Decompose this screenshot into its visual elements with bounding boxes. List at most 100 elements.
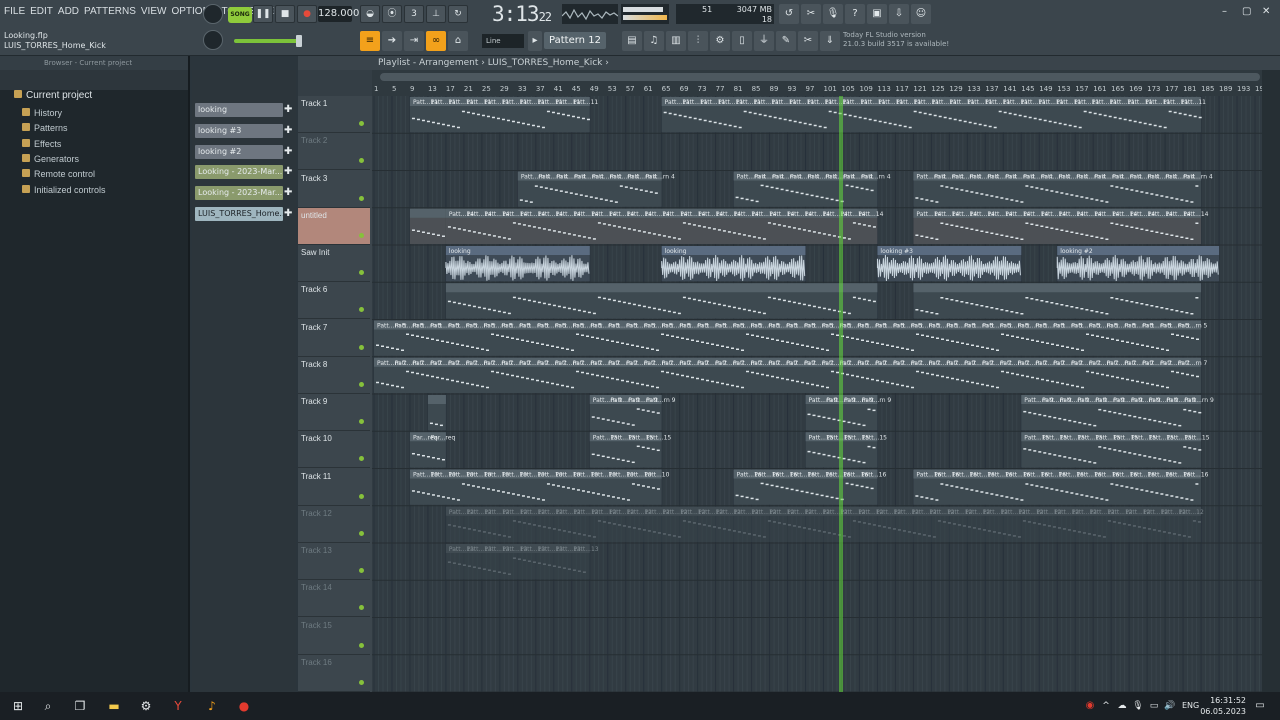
browser-item-effects[interactable]: Effects	[22, 138, 61, 149]
master-volume-handle[interactable]	[296, 35, 302, 47]
browser-item-history[interactable]: History	[22, 108, 62, 118]
wait-input-icon[interactable]: ⦿	[382, 5, 402, 23]
pattern-clip[interactable]	[445, 283, 878, 319]
menu-item-edit[interactable]: EDIT	[30, 6, 53, 17]
arrangement-grid[interactable]: Patt...11 Patt...11 Patt...11 Patt...11 Patt…	[372, 96, 1262, 692]
clip-header[interactable]	[409, 208, 446, 218]
track-mute-led[interactable]	[359, 307, 364, 313]
maximize-icon[interactable]: ▢	[1242, 6, 1251, 17]
playlist-icon[interactable]: ▤	[622, 31, 642, 51]
track-header[interactable]: Track 7	[298, 320, 370, 357]
stamp-icon[interactable]: ⌂	[448, 31, 468, 51]
browser-item-remote-control[interactable]: Remote control	[22, 169, 95, 179]
pattern-clip[interactable]: Patt...12Patt...12Patt...12Patt...12Patt…	[445, 506, 1204, 542]
track-header[interactable]: Track 6	[298, 282, 370, 320]
windows-start-icon[interactable]: ⊞	[10, 698, 26, 714]
tray-overflow-icon[interactable]: ^	[1098, 698, 1114, 714]
tempo-display[interactable]: 128.000	[318, 6, 359, 22]
picker-clip[interactable]: looking #3	[195, 123, 283, 138]
pattern-clip[interactable]: Patt...14Patt...14Patt...14Patt...14Patt…	[445, 208, 884, 244]
picker-clip[interactable]: Looking - 2023-Mar...	[195, 165, 283, 180]
system-clock[interactable]: 16:31:52 06.05.2023	[1200, 695, 1246, 717]
step-icon[interactable]: ⇥	[404, 31, 424, 51]
mic-icon[interactable]: 🎙	[823, 4, 843, 24]
chat-icon[interactable]: ☺	[911, 4, 931, 24]
pattern-clip[interactable]: Par...reqPar...req	[409, 432, 455, 468]
play-button[interactable]: ❚❚	[253, 5, 273, 23]
recorder-icon[interactable]: ●	[236, 698, 252, 714]
update-hint[interactable]: Today FL Studio version 21.0.3 build 351…	[843, 31, 949, 49]
track-header[interactable]: Track 14	[298, 580, 370, 618]
pattern-clip[interactable]: Patt...rn 9Patt...rn 9Patt...rn 9Patt...…	[1021, 395, 1214, 431]
picker-clip[interactable]: looking #2	[195, 144, 283, 159]
loop-record-icon[interactable]: ↻	[448, 5, 468, 23]
brush-icon[interactable]: ✎	[776, 31, 796, 51]
help-icon[interactable]: ?	[845, 4, 865, 24]
playlist-view-icon[interactable]: ≡	[360, 31, 380, 51]
tray-mic-icon[interactable]: 🎙	[1130, 698, 1146, 714]
track-header[interactable]: Track 9	[298, 394, 370, 431]
master-volume-knob[interactable]	[203, 30, 223, 50]
master-volume-slider[interactable]	[234, 39, 300, 43]
pattern-clip[interactable]: Patt...rn 4Patt...rn 4Patt...rn 4Patt...…	[733, 171, 891, 207]
playhead[interactable]	[839, 96, 844, 692]
pattern-clip[interactable]	[427, 395, 446, 431]
browser-root-current-project[interactable]: Current project	[14, 90, 92, 101]
track-header[interactable]: Track 3	[298, 171, 370, 208]
arrangement-name[interactable]: LUIS_TORRES_Home_Kick	[488, 58, 603, 68]
vertical-scrollbar[interactable]	[1262, 70, 1280, 692]
channel-rack-icon[interactable]: ▥	[666, 31, 686, 51]
track-header[interactable]: Track 11	[298, 469, 370, 506]
track-header[interactable]: Track 10	[298, 431, 370, 469]
download-icon[interactable]: ⇓	[820, 31, 840, 51]
arrow-icon[interactable]: ➔	[382, 31, 402, 51]
pattern-clip[interactable]: Patt...rn 4Patt...rn 4Patt...rn 4Patt...…	[517, 171, 675, 207]
timeline-ruler[interactable]: 1 5 9 13 17 21 25 29 33 37 41 45 49 53 57 61 65 69 73 77 81 8…	[372, 70, 1262, 96]
track-mute-led[interactable]	[359, 642, 364, 648]
song-mode-toggle[interactable]: SONG	[228, 7, 252, 23]
track-header[interactable]: Track 1	[298, 96, 370, 133]
track-header[interactable]: Saw Init	[298, 245, 370, 282]
track-mute-led[interactable]	[359, 568, 364, 573]
pattern-clip[interactable]: Patt...rn 7Patt...rn 7Patt...rn 7Patt...…	[374, 357, 1208, 393]
pattern-prev-icon[interactable]: ▸	[528, 31, 542, 51]
track-mute-led[interactable]	[359, 121, 364, 126]
pattern-clip[interactable]: Patt...rn 5Patt...rn 5Patt...rn 5Patt...…	[374, 320, 1208, 356]
track-mute-led[interactable]	[359, 232, 364, 238]
clip-header[interactable]	[913, 283, 1202, 293]
track-header[interactable]: Track 8	[298, 357, 370, 394]
tray-record-icon[interactable]: ◉	[1082, 698, 1098, 714]
stop-button[interactable]: ■	[275, 5, 295, 23]
audio-clip[interactable]: looking	[445, 246, 590, 282]
add-clip-icon[interactable]: ✚	[284, 165, 294, 179]
pattern-clip[interactable]: Patt...11Patt...11Patt...11Patt...11Patt…	[661, 97, 1206, 133]
pattern-clip[interactable]: Patt...14Patt...14Patt...14Patt...14Patt…	[913, 208, 1209, 244]
arrangement-canvas[interactable]: Patt...11Patt...11Patt...11Patt...11Patt…	[372, 96, 1262, 692]
track-header[interactable]: Track 12	[298, 506, 370, 543]
metronome-icon[interactable]: ◒	[360, 5, 380, 23]
track-mute-led[interactable]	[359, 605, 364, 611]
search-icon[interactable]: ⌕	[40, 698, 56, 714]
menu-item-view[interactable]: VIEW	[141, 6, 167, 17]
track-header[interactable]: Track 13	[298, 543, 370, 580]
track-mute-led[interactable]	[359, 270, 364, 275]
track-mute-led[interactable]	[359, 493, 364, 499]
track-mute-led[interactable]	[359, 158, 364, 164]
track-header[interactable]: Track 16	[298, 655, 370, 692]
track-header[interactable]: Track 2	[298, 133, 370, 171]
clip-header[interactable]	[427, 395, 446, 404]
link-icon[interactable]: ∞	[426, 31, 446, 51]
save-icon[interactable]: ▣	[867, 4, 887, 24]
fl-studio-icon[interactable]: ♪	[204, 698, 220, 714]
pattern-clip[interactable]: Patt...11Patt...11Patt...11Patt...11Patt…	[409, 97, 598, 133]
menu-item-add[interactable]: ADD	[58, 6, 79, 17]
add-clip-icon[interactable]: ✚	[284, 124, 294, 138]
audio-clip[interactable]: looking	[661, 246, 806, 282]
track-mute-led[interactable]	[359, 456, 364, 462]
pattern-clip[interactable]: Patt...rn 9Patt...rn 9Patt...rn 9Patt...…	[805, 395, 892, 431]
pattern-clip[interactable]: Patt...10Patt...10Patt...10Patt...10Patt…	[409, 469, 670, 505]
task-view-icon[interactable]: ❐	[72, 698, 88, 714]
add-clip-icon[interactable]: ✚	[284, 103, 294, 117]
tray-cloud-icon[interactable]: ☁	[1114, 698, 1130, 714]
add-clip-icon[interactable]: ✚	[284, 186, 294, 200]
